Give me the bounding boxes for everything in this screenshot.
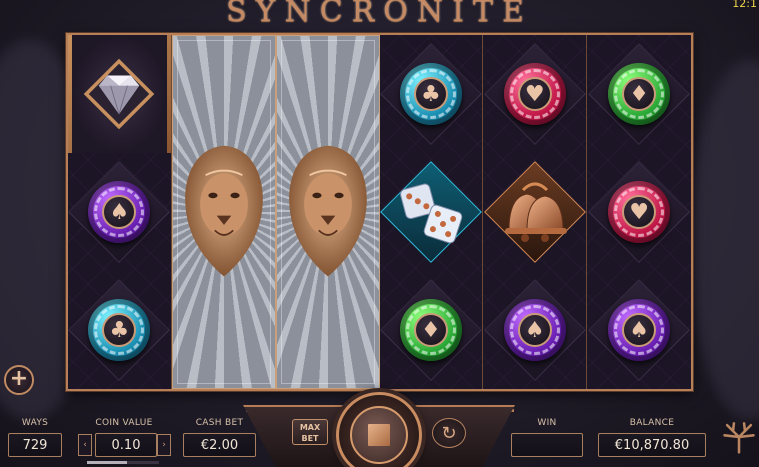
max-bet-line2: BET — [301, 434, 319, 443]
reel-cell: ♠ — [483, 271, 586, 389]
teal-club-chip-icon: ♣ — [88, 299, 151, 361]
win-label: WIN — [537, 418, 557, 428]
reel-5: ♥ ♠ — [483, 35, 588, 389]
game-title: SYNCRONITE — [226, 0, 533, 29]
win-value — [511, 433, 583, 457]
stop-icon — [368, 424, 390, 446]
ways-value: 729 — [8, 433, 62, 457]
coin-value-label: COIN VALUE — [95, 418, 153, 428]
background-fold — [690, 60, 759, 420]
reel-1: ♠ ♣ — [68, 35, 172, 389]
reel-cell: ♦ — [380, 271, 483, 389]
coin-value-field: 0.10 — [95, 433, 157, 457]
purple-spade-chip-icon: ♠ — [503, 299, 566, 361]
bells-icon — [504, 182, 567, 242]
max-bet-button[interactable]: MAX BET — [292, 419, 328, 445]
coin-value-increase-button[interactable]: › — [157, 434, 171, 456]
coin-value-decrease-button[interactable]: ‹ — [78, 434, 92, 456]
reel-cell — [380, 153, 483, 271]
teal-club-chip-icon: ♣ — [399, 63, 462, 125]
reel-2 — [171, 35, 276, 389]
cash-bet-label: CASH BET — [195, 418, 244, 428]
autoplay-button[interactable]: ↻ — [432, 418, 466, 448]
dice-icon — [399, 183, 463, 244]
ways-label: WAYS — [21, 418, 49, 428]
green-diamond-chip-icon: ♦ — [399, 299, 462, 361]
coin-value-slider[interactable] — [87, 461, 159, 464]
purple-spade-chip-icon: ♠ — [88, 181, 151, 243]
reel-cell: ♠ — [587, 271, 691, 389]
reel-6: ♦ ♥ ♠ — [587, 35, 691, 389]
reel-cell: ♦ — [587, 35, 691, 153]
balance-value: €10,870.80 — [598, 433, 706, 457]
reel-cell: ♣ — [380, 35, 483, 153]
cash-bet-value: €2.00 — [183, 433, 256, 457]
menu-plus-button[interactable]: + — [4, 365, 34, 395]
provider-logo-icon — [723, 422, 755, 454]
reel-3 — [275, 35, 380, 389]
diamond-gem-icon — [84, 58, 155, 130]
lion-head-icon — [288, 145, 367, 277]
reel-4: ♣ ♦ — [379, 35, 484, 389]
green-diamond-chip-icon: ♦ — [608, 63, 671, 125]
coin-value-slider-fill — [87, 461, 127, 464]
reel-cell — [483, 153, 586, 271]
autoplay-icon: ↻ — [441, 422, 457, 444]
reel-cell: ♠ — [68, 153, 171, 271]
max-bet-line1: MAX — [299, 423, 321, 432]
clock: 12:1 — [732, 0, 757, 10]
red-heart-chip-icon: ♥ — [608, 181, 671, 243]
spin-button[interactable] — [350, 406, 408, 464]
reel-board: ♠ ♣ ♣ ♦ ♥ ♠ ♦ ♥ ♠ — [66, 33, 693, 391]
reel-cell: ♥ — [587, 153, 691, 271]
balance-label: BALANCE — [629, 418, 675, 428]
purple-spade-chip-icon: ♠ — [608, 299, 671, 361]
lion-head-icon — [184, 145, 263, 277]
reel-cell — [68, 35, 171, 153]
reel-cell: ♥ — [483, 35, 586, 153]
red-heart-chip-icon: ♥ — [503, 63, 566, 125]
reel-cell: ♣ — [68, 271, 171, 389]
